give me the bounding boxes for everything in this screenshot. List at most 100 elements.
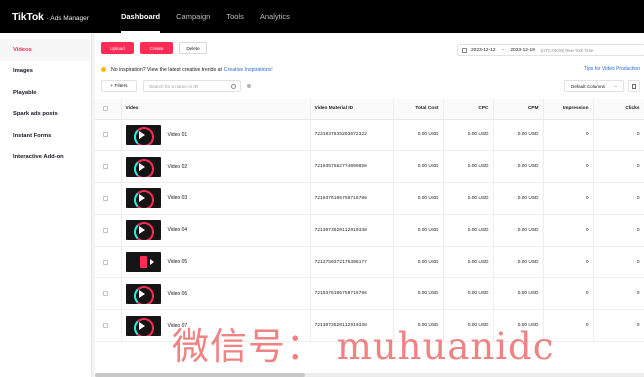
search-icon[interactable] bbox=[231, 84, 236, 89]
video-thumbnail[interactable] bbox=[125, 283, 161, 304]
impression-cell: 0 bbox=[543, 119, 594, 152]
row-checkbox[interactable] bbox=[103, 195, 108, 201]
row-checkbox[interactable] bbox=[103, 132, 108, 138]
tips-video-production-link[interactable]: Tips for Video Production bbox=[584, 66, 640, 72]
total-cost-cell: 0.00 USD bbox=[393, 119, 444, 152]
cpc-cell: 0.00 USD bbox=[443, 119, 494, 152]
create-button[interactable]: Create bbox=[140, 42, 173, 54]
chevron-down-icon: ⌄ bbox=[613, 83, 618, 89]
table-row[interactable]: Video 03 7219376106759716786 0.00 USD 0.… bbox=[95, 182, 644, 215]
cpm-cell: 0.00 USD bbox=[493, 214, 544, 247]
video-name[interactable]: Video 03 bbox=[168, 195, 188, 201]
clicks-cell: 0 bbox=[593, 277, 644, 311]
sidebar-item-interactive-add-on[interactable]: Interactive Add-on bbox=[0, 147, 91, 169]
select-all-checkbox[interactable] bbox=[103, 106, 108, 112]
impression-cell: 0 bbox=[543, 150, 594, 184]
table-row[interactable]: Video 06 7219376106759716786 0.00 USD 0.… bbox=[95, 277, 644, 311]
video-name[interactable]: Video 04 bbox=[168, 227, 188, 233]
main-nav: Dashboard Campaign Tools Analytics bbox=[113, 0, 298, 33]
nav-tools[interactable]: Tools bbox=[218, 0, 252, 33]
play-icon bbox=[138, 162, 145, 171]
total-cost-cell: 0.00 USD bbox=[393, 309, 444, 343]
header-total-cost[interactable]: Total Cost bbox=[393, 99, 444, 120]
logo-product: · Ads Manager bbox=[46, 14, 89, 22]
cpc-cell: 0.00 USD bbox=[443, 150, 494, 184]
impression-cell: 0 bbox=[543, 182, 594, 215]
video-cell: Video 06 bbox=[121, 277, 311, 311]
cpm-cell: 0.00 USD bbox=[493, 150, 544, 184]
header-clicks[interactable]: Clicks bbox=[593, 99, 644, 120]
inspiration-text: No inspiration? View the latest creative… bbox=[111, 66, 222, 73]
row-select-cell bbox=[95, 150, 122, 184]
nav-dashboard[interactable]: Dashboard bbox=[113, 0, 168, 33]
delete-button[interactable]: Delete bbox=[179, 42, 207, 54]
header-material-id[interactable]: Video Material ID bbox=[310, 99, 394, 120]
video-name[interactable]: Video 05 bbox=[168, 259, 188, 265]
impression-cell: 0 bbox=[543, 309, 594, 343]
video-thumbnail[interactable] bbox=[125, 156, 161, 177]
filters-button[interactable]: + Filters bbox=[101, 80, 137, 92]
material-id-cell: 7213073520112910338 bbox=[310, 309, 394, 343]
columns-label: Default Columns bbox=[571, 83, 605, 89]
header-impression[interactable]: Impression bbox=[543, 99, 594, 120]
default-columns-select[interactable]: Default Columns ⌄ bbox=[564, 80, 624, 92]
header-cpm[interactable]: CPM bbox=[493, 99, 544, 120]
lightbulb-icon bbox=[101, 67, 106, 72]
material-id-cell: 7219376106759716786 bbox=[310, 182, 394, 215]
row-checkbox[interactable] bbox=[103, 291, 108, 297]
date-range-picker[interactable]: 2023-12-12 ~ 2023-12-19 (UTC-05:00) New … bbox=[457, 44, 644, 56]
nav-campaign[interactable]: Campaign bbox=[168, 0, 218, 33]
play-icon bbox=[149, 259, 154, 266]
cpc-cell: 0.00 USD bbox=[443, 309, 494, 343]
table-row[interactable]: Video 05 7212750372176306177 0.00 USD 0.… bbox=[95, 246, 644, 279]
row-select-cell bbox=[95, 214, 122, 247]
clicks-cell: 0 bbox=[593, 119, 644, 152]
material-id-cell: 7213073520112910338 bbox=[310, 214, 394, 247]
video-thumbnail[interactable] bbox=[125, 315, 161, 336]
sidebar-item-spark-ads-posts[interactable]: Spark ads posts bbox=[0, 104, 91, 126]
creative-inspirations-link[interactable]: Creative Inspirations! bbox=[224, 67, 273, 73]
video-name[interactable]: Video 06 bbox=[168, 291, 188, 297]
row-checkbox[interactable] bbox=[103, 227, 108, 233]
filter-bar: + Filters Search for a name or ID Defaul… bbox=[95, 76, 644, 96]
video-thumbnail[interactable] bbox=[125, 124, 161, 145]
sidebar-item-videos[interactable]: Videos bbox=[0, 39, 91, 61]
video-name[interactable]: Video 02 bbox=[168, 164, 188, 170]
nav-analytics[interactable]: Analytics bbox=[252, 0, 298, 33]
sidebar-item-instant-forms[interactable]: Instant Forms bbox=[0, 125, 91, 147]
horizontal-scrollbar[interactable] bbox=[95, 373, 644, 377]
table-row[interactable]: Video 02 7219357582774009858 0.00 USD 0.… bbox=[95, 150, 644, 184]
table-row[interactable]: Video 04 7213073520112910338 0.00 USD 0.… bbox=[95, 214, 644, 247]
video-thumbnail[interactable] bbox=[125, 220, 161, 241]
table-row[interactable]: Video 01 7231937835263672322 0.00 USD 0.… bbox=[95, 119, 644, 152]
play-icon bbox=[138, 194, 145, 203]
select-all-cell bbox=[95, 99, 122, 120]
row-checkbox[interactable] bbox=[103, 164, 108, 170]
scrollbar-thumb[interactable] bbox=[95, 373, 305, 377]
upload-button[interactable]: Upload bbox=[101, 42, 134, 54]
total-cost-cell: 0.00 USD bbox=[393, 182, 444, 215]
clicks-cell: 0 bbox=[593, 214, 644, 247]
export-button[interactable] bbox=[628, 80, 640, 92]
top-navigation-bar: TikTok · Ads Manager Dashboard Campaign … bbox=[0, 0, 644, 33]
impression-cell: 0 bbox=[543, 214, 594, 247]
sidebar-item-images[interactable]: Images bbox=[0, 61, 91, 83]
tiktok-logo[interactable]: TikTok · Ads Manager bbox=[12, 11, 89, 23]
clicks-cell: 0 bbox=[593, 150, 644, 184]
sidebar-item-playable[interactable]: Playable bbox=[0, 82, 91, 104]
header-cpc[interactable]: CPC bbox=[443, 99, 494, 120]
video-name[interactable]: Video 01 bbox=[168, 132, 188, 138]
table-row[interactable]: Video 07 7213073520112910338 0.00 USD 0.… bbox=[95, 309, 644, 343]
search-input[interactable]: Search for a name or ID bbox=[143, 80, 241, 92]
header-video[interactable]: Video bbox=[121, 99, 311, 120]
logo-text: TikTok bbox=[12, 10, 44, 23]
help-icon[interactable] bbox=[247, 84, 251, 88]
video-name[interactable]: Video 07 bbox=[168, 323, 188, 329]
row-select-cell bbox=[95, 182, 122, 215]
row-checkbox[interactable] bbox=[103, 259, 108, 265]
video-thumbnail[interactable] bbox=[125, 188, 161, 209]
table-header-row: Video Video Material ID Total Cost CPC C… bbox=[95, 99, 644, 120]
video-thumbnail[interactable] bbox=[125, 252, 161, 273]
asset-sidebar: Videos Images Playable Spark ads posts I… bbox=[0, 33, 92, 377]
row-checkbox[interactable] bbox=[103, 323, 108, 329]
